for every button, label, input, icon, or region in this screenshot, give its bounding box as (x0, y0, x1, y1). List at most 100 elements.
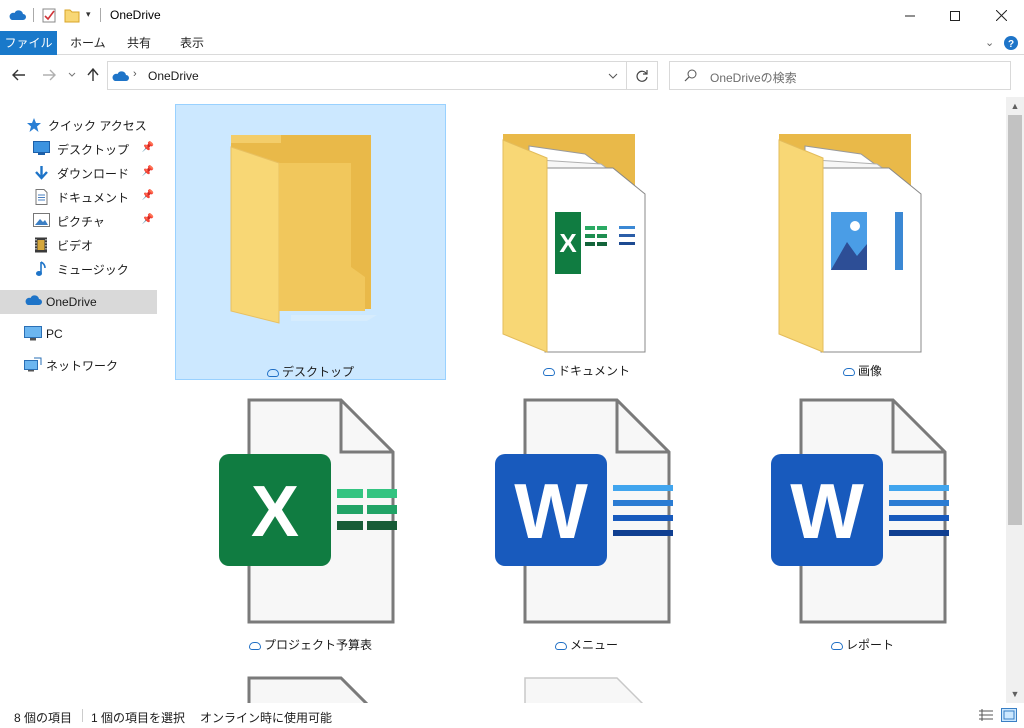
cloud-status-icon (830, 642, 843, 650)
availability-status: オンライン時に使用可能 (200, 711, 333, 725)
divider (626, 62, 627, 89)
file-name: デスクトップ (176, 363, 445, 380)
search-box[interactable]: OneDriveの検索 (669, 61, 1011, 90)
sidebar-item-pc[interactable]: PC (0, 322, 157, 346)
maximize-icon (950, 10, 960, 21)
properties-icon[interactable] (41, 7, 57, 23)
recent-locations-chevron-icon[interactable] (68, 72, 76, 78)
close-icon (995, 10, 1007, 21)
help-icon[interactable]: ? (1004, 36, 1018, 50)
maximize-button[interactable] (932, 0, 978, 31)
file-item[interactable]: X ドキュメント (451, 104, 722, 380)
sidebar-item-downloads[interactable]: ダウンロード 📌 (0, 161, 157, 185)
close-button[interactable] (978, 0, 1024, 31)
cloud-status-icon (248, 642, 261, 650)
tab-share[interactable]: 共有 (115, 31, 163, 55)
new-folder-icon[interactable] (64, 7, 80, 23)
file-item[interactable]: X プロジェクト予算表 (175, 386, 446, 662)
sidebar-item-label: デスクトップ (57, 142, 130, 157)
star-icon (27, 118, 41, 132)
sidebar-item-label: ピクチャ (57, 214, 105, 229)
divider (100, 8, 101, 22)
sidebar-item-videos[interactable]: ビデオ (0, 233, 157, 257)
refresh-icon[interactable] (635, 69, 649, 83)
word-file-icon: W (495, 398, 673, 624)
folder-pictures-icon (778, 134, 922, 353)
onedrive-cloud-icon (112, 71, 129, 81)
file-item[interactable] (451, 668, 722, 703)
pin-icon[interactable]: 📌 (142, 214, 154, 225)
file-name: レポート (727, 636, 998, 653)
pc-icon (24, 326, 42, 341)
file-icon (524, 677, 644, 703)
svg-text:X: X (559, 228, 577, 258)
cloud-status-icon (554, 642, 567, 650)
sidebar-item-label: ネットワーク (46, 358, 119, 373)
sidebar-item-pictures[interactable]: ピクチャ 📌 (0, 209, 157, 233)
file-item[interactable]: W メニュー (451, 386, 722, 662)
address-dropdown-chevron-icon[interactable] (608, 73, 618, 79)
folder-icon (230, 135, 377, 324)
sidebar-item-quick-access[interactable]: クイック アクセス (0, 113, 157, 137)
forward-arrow-icon[interactable] (42, 69, 56, 81)
status-bar: 8 個の項目 1 個の項目を選択 オンライン時に使用可能 (0, 703, 1024, 728)
sidebar-item-documents[interactable]: ドキュメント 📌 (0, 185, 157, 209)
window-title: OneDrive (110, 8, 161, 22)
svg-text:?: ? (1008, 39, 1014, 50)
cloud-status-icon (542, 368, 555, 376)
selection-count: 1 個の項目を選択 (91, 711, 186, 725)
pin-icon[interactable]: 📌 (142, 166, 154, 177)
back-arrow-icon[interactable] (12, 69, 26, 81)
cloud-status-icon (842, 368, 855, 376)
sidebar-item-label: ビデオ (57, 238, 94, 253)
scroll-up-icon[interactable]: ▲ (1006, 97, 1024, 115)
minimize-icon (905, 15, 915, 16)
sidebar-item-music[interactable]: ミュージック (0, 257, 157, 281)
vertical-scrollbar[interactable]: ▲ ▼ (1006, 97, 1024, 703)
ribbon-tabs: ファイル ホーム 共有 表示 ⌄ ? (0, 31, 1024, 55)
file-item[interactable]: デスクトップ (175, 104, 446, 380)
tab-home[interactable]: ホーム (58, 31, 118, 55)
file-icon (247, 676, 369, 703)
music-icon (36, 261, 46, 276)
sidebar-item-desktop[interactable]: デスクトップ 📌 (0, 137, 157, 161)
file-name: メニュー (451, 636, 722, 653)
customize-toolbar-icon[interactable]: ▾ (86, 9, 91, 20)
tab-view[interactable]: 表示 (168, 31, 216, 55)
breadcrumb-onedrive[interactable]: OneDrive (148, 69, 199, 83)
search-input[interactable]: OneDriveの検索 (710, 69, 797, 86)
word-file-icon: W (771, 398, 949, 624)
folder-documents-icon: X (502, 134, 646, 353)
minimize-button[interactable] (887, 0, 933, 31)
file-item[interactable]: 画像 (727, 104, 998, 380)
sidebar-item-label: PC (46, 327, 63, 341)
file-name: 画像 (727, 362, 998, 379)
expand-ribbon-icon[interactable]: ⌄ (985, 36, 994, 49)
file-item[interactable]: W レポート (727, 386, 998, 662)
pin-icon[interactable]: 📌 (142, 190, 154, 201)
large-icons-view-icon[interactable] (1001, 708, 1017, 722)
title-bar: ▾ OneDrive (0, 0, 1024, 31)
scroll-down-icon[interactable]: ▼ (1006, 685, 1024, 703)
scrollbar-thumb[interactable] (1008, 115, 1022, 525)
sidebar-item-network[interactable]: ネットワーク (0, 353, 157, 377)
sidebar-item-onedrive[interactable]: OneDrive (0, 290, 157, 314)
file-item[interactable] (175, 668, 446, 703)
cloud-status-icon (266, 369, 279, 377)
file-name: プロジェクト予算表 (175, 636, 446, 653)
sidebar-item-label: ミュージック (57, 262, 129, 277)
sidebar-item-label: クイック アクセス (48, 118, 147, 133)
details-view-icon[interactable] (978, 709, 994, 722)
up-arrow-icon[interactable] (87, 68, 99, 82)
navigation-bar: › OneDrive OneDriveの検索 (0, 55, 1024, 97)
onedrive-cloud-icon (9, 10, 26, 20)
divider (82, 709, 83, 722)
tab-file[interactable]: ファイル (0, 31, 57, 55)
video-icon (35, 237, 47, 253)
divider (33, 8, 34, 22)
sidebar-item-label: ダウンロード (57, 166, 130, 181)
breadcrumb-separator-icon[interactable]: › (133, 68, 137, 80)
pin-icon[interactable]: 📌 (142, 142, 154, 153)
search-icon (684, 69, 697, 82)
address-bar[interactable]: › OneDrive (107, 61, 658, 90)
